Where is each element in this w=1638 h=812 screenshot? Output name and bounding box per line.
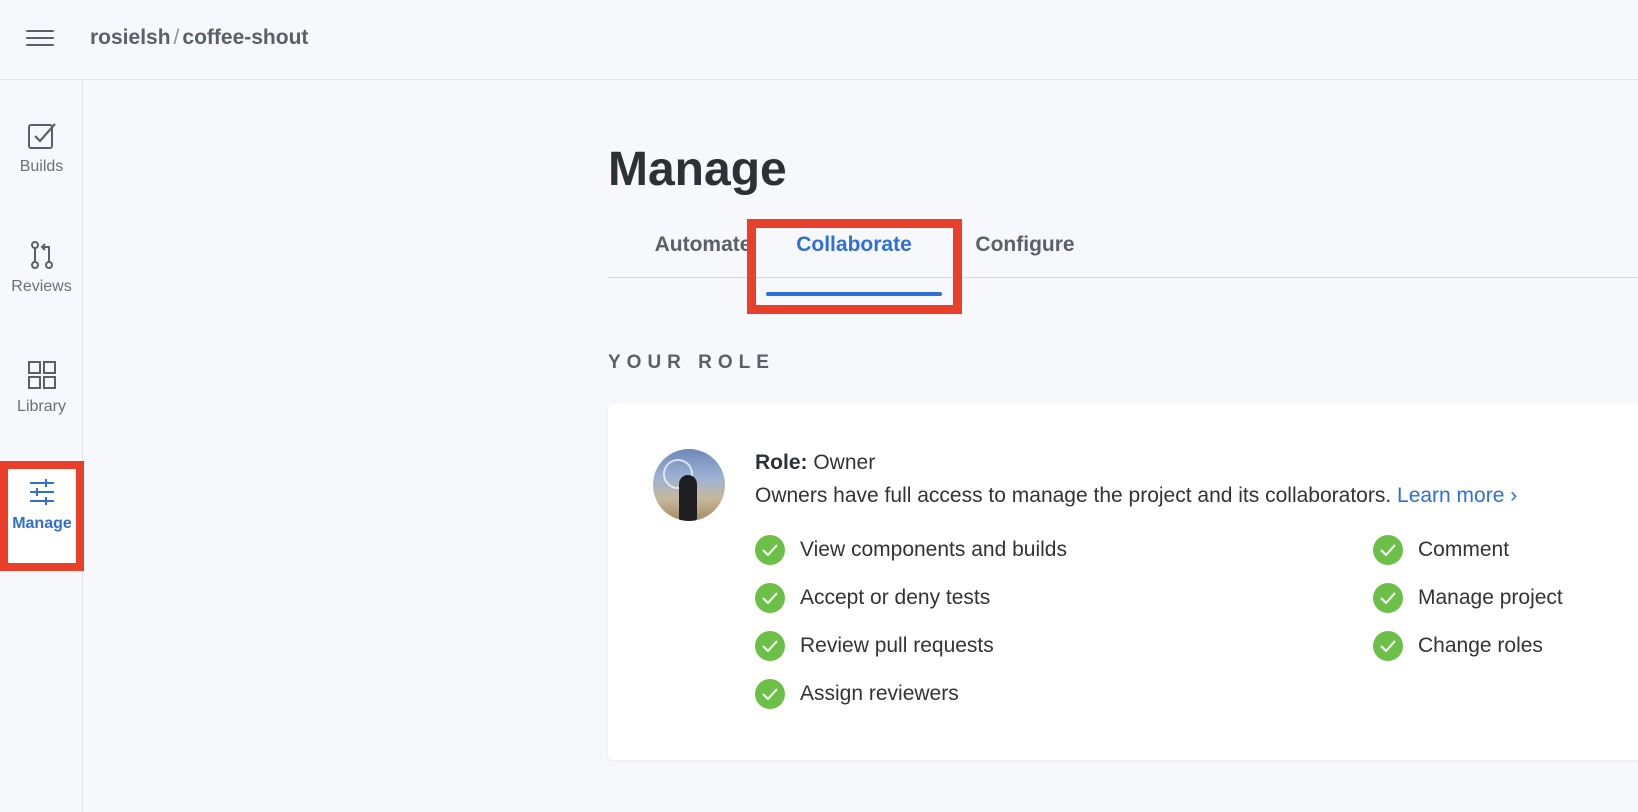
- sidebar-item-builds[interactable]: Builds: [0, 120, 83, 224]
- sidebar-item-label: Builds: [19, 158, 64, 175]
- sidebar-item-manage[interactable]: Manage: [0, 461, 84, 571]
- active-tab-underline: [766, 292, 942, 296]
- check-circle-icon: [755, 631, 785, 661]
- role-value: Owner: [813, 451, 876, 474]
- permission-label: Change roles: [1418, 634, 1543, 657]
- pull-request-icon: [30, 241, 53, 269]
- permission-item: Accept or deny tests: [755, 582, 990, 614]
- hamburger-menu-icon[interactable]: [26, 30, 54, 50]
- section-title: YOUR ROLE: [608, 352, 775, 373]
- breadcrumb: rosielsh / coffee-shout: [90, 26, 308, 50]
- tab-configure[interactable]: Configure: [960, 220, 1090, 277]
- role-card: Role: Owner Owners have full access to m…: [608, 404, 1638, 760]
- permission-item: Review pull requests: [755, 630, 994, 662]
- avatar: [653, 449, 725, 521]
- permission-item: Comment: [1373, 534, 1509, 566]
- permission-label: Review pull requests: [800, 634, 994, 657]
- learn-more-link[interactable]: Learn more ›: [1397, 484, 1517, 507]
- permission-label: Assign reviewers: [800, 682, 959, 705]
- permission-item: Change roles: [1373, 630, 1543, 662]
- grid-icon: [27, 361, 56, 389]
- permission-item: View components and builds: [755, 534, 1067, 566]
- check-circle-icon: [755, 583, 785, 613]
- check-circle-icon: [1373, 631, 1403, 661]
- checkbox-icon: [27, 123, 56, 149]
- sidebar: Builds Reviews Library Manage: [0, 80, 84, 812]
- breadcrumb-separator: /: [173, 26, 180, 49]
- learn-more-label: Learn more: [1397, 484, 1505, 507]
- role-description: Owners have full access to manage the pr…: [755, 484, 1392, 507]
- role-label: Role:: [755, 451, 808, 474]
- page-title: Manage: [608, 143, 787, 196]
- check-circle-icon: [755, 679, 785, 709]
- permission-label: Accept or deny tests: [800, 586, 991, 609]
- check-circle-icon: [1373, 583, 1403, 613]
- permission-item: Assign reviewers: [755, 678, 959, 710]
- role-line: Role: Owner: [755, 451, 875, 475]
- sidebar-item-label: Reviews: [11, 278, 72, 295]
- tab-highlight-box: [747, 219, 962, 314]
- breadcrumb-repo[interactable]: coffee-shout: [182, 26, 308, 49]
- chevron-right-icon: ›: [1510, 484, 1518, 507]
- sidebar-item-label: Manage: [12, 515, 72, 532]
- check-circle-icon: [755, 535, 785, 565]
- permission-label: View components and builds: [800, 538, 1067, 561]
- permission-item: Manage project: [1373, 582, 1563, 614]
- check-circle-icon: [1373, 535, 1403, 565]
- sidebar-item-reviews[interactable]: Reviews: [0, 240, 83, 344]
- breadcrumb-owner[interactable]: rosielsh: [90, 26, 171, 49]
- role-description-line: Owners have full access to manage the pr…: [755, 484, 1517, 508]
- main-content: Manage Automate Collaborate Configure YO…: [608, 80, 1638, 812]
- top-bar: rosielsh / coffee-shout: [0, 0, 1638, 80]
- permission-label: Manage project: [1418, 586, 1563, 609]
- sidebar-item-library[interactable]: Library: [0, 360, 83, 464]
- permission-label: Comment: [1418, 538, 1510, 561]
- sidebar-item-label: Library: [17, 398, 66, 415]
- sliders-icon: [30, 479, 54, 505]
